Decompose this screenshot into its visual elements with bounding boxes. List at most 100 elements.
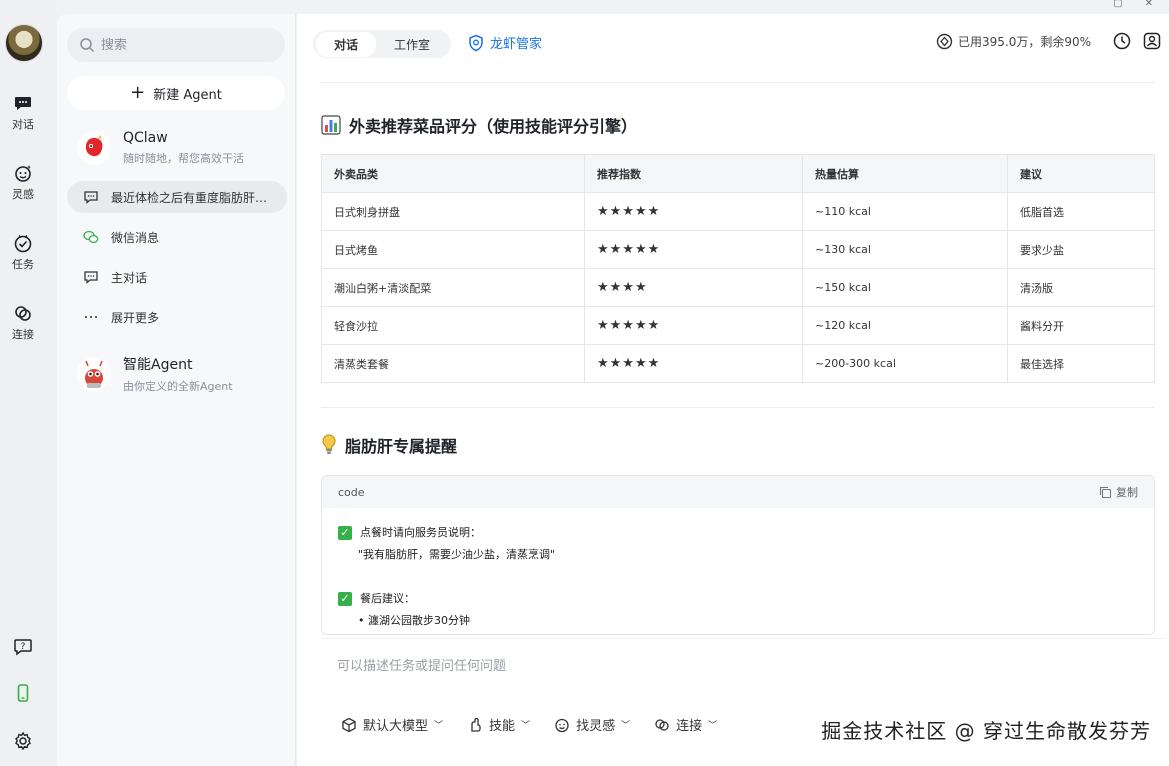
search-box[interactable] [67, 28, 285, 62]
more-dots-icon [85, 316, 97, 318]
cell-advice: 要求少盐 [1007, 230, 1155, 269]
user-avatar[interactable] [5, 24, 43, 62]
user-profile-icon[interactable] [1143, 32, 1161, 50]
copy-button[interactable]: 复制 [1099, 484, 1138, 500]
tab-chat[interactable]: 对话 [316, 31, 377, 57]
code-content: ✓ 点餐时请向服务员说明： "我有脂肪肝，需要少油少盐，清蒸烹调" ✓ 餐后建议： … [322, 508, 1154, 634]
tool-label: 技能 [489, 719, 516, 734]
agent-smart[interactable]: 智能Agent 由你定义的全新Agent [77, 354, 233, 394]
cell-calories: ~200-300 kcal [802, 344, 1008, 383]
watermark-text: 掘金技术社区 @ 穿过生命散发芬芳 [821, 719, 1151, 743]
chat-icon [84, 271, 98, 284]
tool-label: 默认大模型 [363, 719, 429, 734]
cell-advice: 酱料分开 [1007, 306, 1155, 345]
rail-item-connect[interactable]: 连接 [0, 303, 46, 342]
cell-category: 轻食沙拉 [321, 306, 585, 345]
checkmark-icon: ✓ [338, 526, 352, 540]
rail-item-inspiration[interactable]: 灵感 [0, 163, 46, 202]
link-icon [655, 718, 669, 731]
cell-advice: 清汤版 [1007, 268, 1155, 307]
table-header-row: 外卖品类 推荐指数 热量估算 建议 [321, 154, 1155, 193]
cell-rating: ★★★★ [584, 268, 803, 307]
agent-subtitle: 由你定义的全新Agent [123, 380, 233, 393]
connect-selector[interactable]: 连接 ﹀ [654, 715, 717, 734]
chat-icon [84, 191, 98, 204]
code-line-text: 点餐时请向服务员说明： [360, 526, 481, 539]
window-controls: ▢ ✕ [1113, 0, 1169, 10]
close-icon[interactable]: ✕ [1145, 0, 1153, 10]
table-row: 潮汕白粥+清淡配菜 ★★★★ ~150 kcal 清汤版 [321, 268, 1155, 307]
composer-toolbar: 默认大模型 ﹀ 技能 ﹀ 找灵感 ﹀ 连接 ﹀ [341, 715, 717, 734]
usage-indicator[interactable]: 已用395.0万，剩余90% [936, 33, 1091, 50]
shield-icon [469, 34, 483, 51]
rail-item-tasks[interactable]: 任务 [0, 233, 46, 272]
help-button[interactable]: ? [0, 636, 46, 656]
brand-link[interactable]: 龙虾管家 [467, 33, 542, 52]
sidebar-item-label: 微信消息 [111, 230, 160, 245]
cube-icon [342, 717, 356, 732]
inspiration-selector[interactable]: 找灵感 ﹀ [554, 715, 630, 734]
code-line: "我有脂肪肝，需要少油少盐，清蒸烹调" [338, 544, 1138, 566]
cell-advice: 最佳选择 [1007, 344, 1155, 383]
sidebar-item-label: 最近体检之后有重度脂肪肝… [111, 190, 268, 205]
tool-label: 连接 [676, 719, 703, 734]
tab-bar: 对话 工作室 [313, 30, 452, 58]
search-icon [80, 38, 95, 53]
recommendation-table: 外卖品类 推荐指数 热量估算 建议 日式刺身拼盘 ★★★★★ ~110 kcal… [321, 154, 1155, 383]
cell-calories: ~130 kcal [802, 230, 1008, 269]
cell-calories: ~110 kcal [802, 192, 1008, 231]
code-line-text: 瀍湖公园散步30分钟 [368, 614, 470, 627]
svg-text:?: ? [21, 642, 26, 652]
sidebar-item-main-chat[interactable]: 主对话 [67, 261, 287, 293]
section-title-text: 外卖推荐菜品评分（使用技能评分引擎） [349, 117, 638, 136]
search-input[interactable] [101, 37, 271, 53]
history-clock-icon[interactable] [1113, 32, 1131, 50]
section-title-text: 脂肪肝专属提醒 [345, 437, 458, 456]
section-title-reminder: 脂肪肝专属提醒 [321, 433, 457, 457]
new-agent-button[interactable]: + 新建 Agent [67, 76, 285, 110]
sidebar-item-label: 主对话 [111, 270, 148, 285]
sparkle-face-icon [15, 165, 31, 182]
sparkle-face-icon [555, 718, 569, 732]
cell-rating: ★★★★★ [584, 192, 803, 231]
help-icon: ? [14, 639, 32, 656]
tab-studio[interactable]: 工作室 [376, 32, 448, 57]
settings-button[interactable] [0, 731, 46, 751]
skills-selector[interactable]: 技能 ﹀ [467, 715, 530, 734]
code-line: • 瀍湖公园散步30分钟 [358, 614, 470, 627]
sidebar-item-recent-chat[interactable]: 最近体检之后有重度脂肪肝… [67, 181, 287, 213]
agent-name: QClaw [123, 130, 168, 146]
lightbulb-icon [322, 434, 336, 454]
check-circle-icon [14, 235, 32, 253]
code-line-text: 餐后建议： [360, 592, 415, 605]
phone-button[interactable] [0, 683, 46, 703]
table-row: 日式烤鱼 ★★★★★ ~130 kcal 要求少盐 [321, 230, 1155, 269]
agent-subtitle: 随时随地，帮您高效干活 [123, 152, 244, 165]
sidebar-item-wechat[interactable]: 微信消息 [67, 221, 287, 253]
maximize-icon[interactable]: ▢ [1113, 0, 1122, 10]
agent-name: 智能Agent [123, 357, 193, 373]
chevron-down-icon: ﹀ [708, 721, 718, 731]
divider [321, 82, 1155, 83]
chevron-down-icon: ﹀ [521, 721, 531, 731]
column-header: 外卖品类 [321, 154, 585, 193]
cell-advice: 低脂首选 [1007, 192, 1155, 231]
plus-icon: + [130, 82, 146, 103]
agent-qclaw[interactable]: QClaw 随时随地，帮您高效干活 [77, 130, 244, 166]
new-agent-label: 新建 Agent [153, 87, 222, 103]
code-header: code 复制 [322, 476, 1154, 508]
code-line: ✓ 餐后建议： [338, 588, 1138, 610]
prompt-input[interactable] [337, 655, 937, 685]
code-line-text: "我有脂肪肝，需要少油少盐，清蒸烹调" [358, 548, 556, 561]
table-row: 轻食沙拉 ★★★★★ ~120 kcal 酱料分开 [321, 306, 1155, 345]
rail-item-chat[interactable]: 对话 [0, 93, 46, 132]
qclaw-avatar-icon [77, 131, 111, 165]
model-selector[interactable]: 默认大模型 ﹀ [341, 715, 443, 734]
code-line: ✓ 点餐时请向服务员说明： [338, 522, 1138, 544]
usage-text: 已用395.0万，剩余90% [957, 34, 1091, 49]
cell-category: 潮汕白粥+清淡配菜 [321, 268, 585, 307]
token-icon [936, 33, 953, 49]
rail-label-tasks: 任务 [12, 258, 34, 271]
composer: 默认大模型 ﹀ 技能 ﹀ 找灵感 ﹀ 连接 ﹀ 掘金技术社区 @ 穿过生命散发芬… [321, 638, 1165, 752]
sidebar-item-expand-more[interactable]: 展开更多 [67, 301, 287, 333]
